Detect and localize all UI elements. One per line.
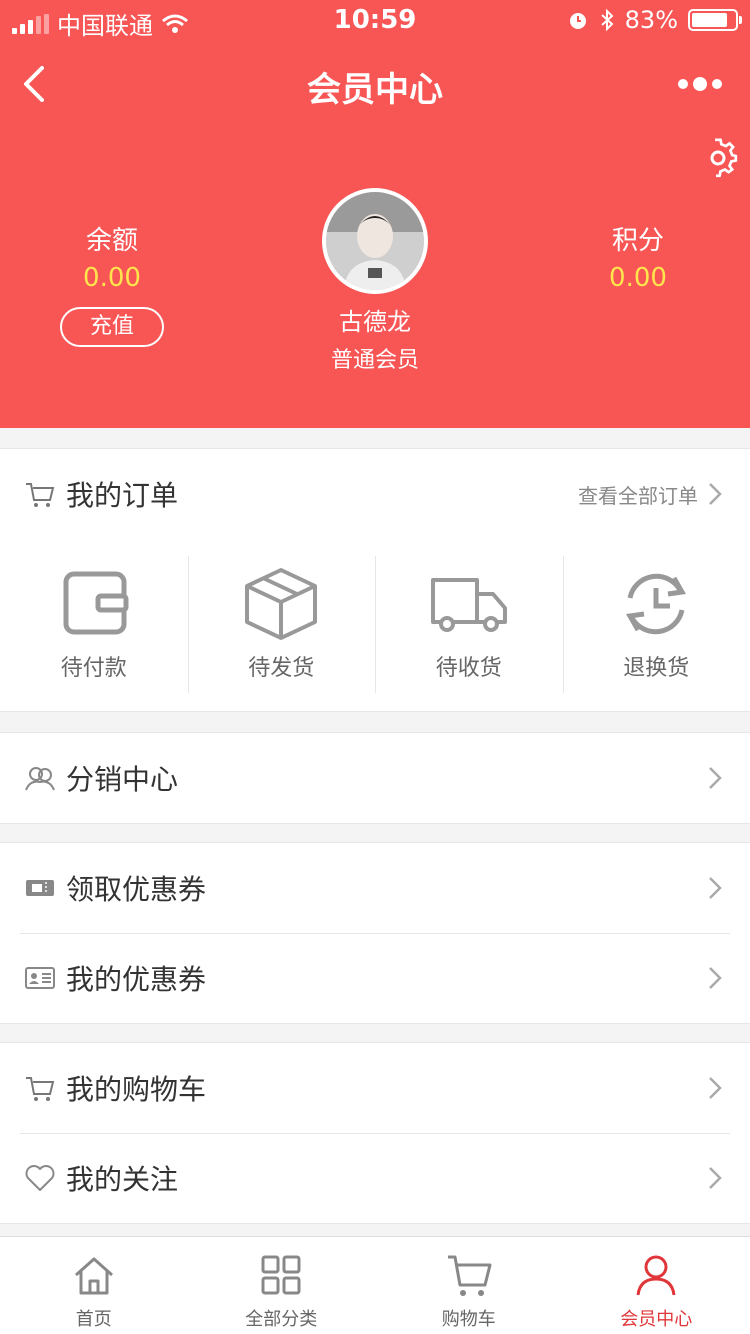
avatar-image bbox=[326, 192, 424, 290]
view-all-orders-link[interactable]: 查看全部订单 bbox=[578, 480, 698, 509]
bottom-tab-bar: 首页 全部分类 购物车 会员中心 bbox=[0, 1236, 750, 1334]
my-follows-label: 我的关注 bbox=[66, 1163, 179, 1196]
order-returns-label: 退换货 bbox=[623, 656, 690, 681]
user-icon bbox=[636, 1255, 676, 1296]
cart-icon bbox=[26, 1077, 55, 1101]
order-pending-receipt[interactable]: 待收货 bbox=[375, 538, 563, 711]
cart-icon bbox=[26, 483, 55, 507]
alarm-icon bbox=[569, 13, 586, 29]
order-pending-payment[interactable]: 待付款 bbox=[0, 538, 188, 711]
status-bar: 中国联通 10:59 83% bbox=[0, 0, 750, 40]
my-orders-label: 我的订单 bbox=[66, 479, 179, 512]
user-name: 古德龙 bbox=[339, 308, 411, 336]
orders-section: 我的订单 查看全部订单 bbox=[0, 448, 750, 540]
battery-percent: 83% bbox=[624, 6, 678, 34]
ticket-icon bbox=[26, 880, 54, 896]
my-coupons-label: 我的优惠券 bbox=[66, 963, 207, 996]
my-follows-row[interactable]: 我的关注 bbox=[0, 1133, 750, 1223]
order-status-grid: 待付款 待发货 待收货 退换货 bbox=[0, 538, 750, 712]
users-icon bbox=[25, 767, 55, 791]
my-cart-label: 我的购物车 bbox=[66, 1073, 207, 1106]
chevron-right-icon bbox=[709, 1167, 722, 1189]
bluetooth-icon bbox=[600, 8, 614, 32]
points-value: 0.00 bbox=[609, 263, 667, 293]
chevron-right-icon bbox=[709, 877, 722, 899]
more-icon[interactable] bbox=[676, 70, 724, 98]
order-pending-shipment-label: 待发货 bbox=[248, 656, 315, 681]
tab-cart-label: 购物车 bbox=[441, 1309, 496, 1330]
distribution-center-label: 分销中心 bbox=[66, 763, 179, 796]
member-level: 普通会员 bbox=[330, 348, 419, 373]
coupons-section: 领取优惠券 我的优惠券 bbox=[0, 842, 750, 1024]
get-coupons-label: 领取优惠券 bbox=[66, 873, 207, 906]
order-pending-shipment[interactable]: 待发货 bbox=[187, 538, 376, 711]
chevron-right-icon bbox=[709, 967, 722, 989]
get-coupons-row[interactable]: 领取优惠券 bbox=[0, 843, 750, 933]
home-icon bbox=[74, 1257, 113, 1295]
wallet-icon bbox=[63, 571, 129, 635]
tab-member-center-label: 会员中心 bbox=[620, 1309, 693, 1330]
my-coupons-row[interactable]: 我的优惠券 bbox=[0, 933, 750, 1023]
points-block: 积分 0.00 bbox=[538, 220, 738, 293]
order-returns[interactable]: 退换货 bbox=[562, 538, 750, 711]
order-pending-payment-label: 待付款 bbox=[60, 656, 127, 681]
tab-home-label: 首页 bbox=[75, 1309, 112, 1330]
distribution-center-row[interactable]: 分销中心 bbox=[0, 733, 750, 823]
refresh-icon bbox=[626, 573, 687, 635]
order-pending-receipt-label: 待收货 bbox=[435, 656, 502, 681]
my-orders-row[interactable]: 我的订单 查看全部订单 bbox=[0, 449, 750, 539]
heart-icon bbox=[25, 1165, 55, 1191]
battery-icon bbox=[688, 9, 742, 31]
chevron-right-icon bbox=[709, 1077, 722, 1099]
balance-value: 0.00 bbox=[83, 263, 141, 293]
balance-label: 余额 bbox=[85, 226, 138, 256]
member-header: 中国联通 10:59 83% 会员中心 余额 0.00 充值 古德龙 普通会员 … bbox=[0, 0, 750, 428]
avatar[interactable] bbox=[322, 188, 428, 294]
chevron-right-icon bbox=[709, 767, 722, 789]
chevron-right-icon bbox=[709, 483, 722, 505]
truck-icon bbox=[430, 578, 507, 632]
grid-icon bbox=[261, 1255, 301, 1295]
tab-home[interactable]: 首页 bbox=[0, 1237, 188, 1334]
points-label: 积分 bbox=[611, 226, 664, 256]
id-card-icon bbox=[25, 967, 55, 989]
tab-cart[interactable]: 购物车 bbox=[375, 1237, 563, 1334]
tab-categories-label: 全部分类 bbox=[245, 1309, 318, 1330]
gear-icon[interactable] bbox=[698, 138, 738, 178]
tab-member-center[interactable]: 会员中心 bbox=[563, 1237, 750, 1334]
cart-follow-section: 我的购物车 我的关注 bbox=[0, 1042, 750, 1224]
distribution-section: 分销中心 bbox=[0, 732, 750, 824]
cart-icon bbox=[447, 1255, 492, 1296]
my-cart-row[interactable]: 我的购物车 bbox=[0, 1043, 750, 1133]
box-icon bbox=[245, 568, 318, 640]
page-title: 会员中心 bbox=[307, 70, 443, 110]
tab-categories[interactable]: 全部分类 bbox=[188, 1237, 376, 1334]
